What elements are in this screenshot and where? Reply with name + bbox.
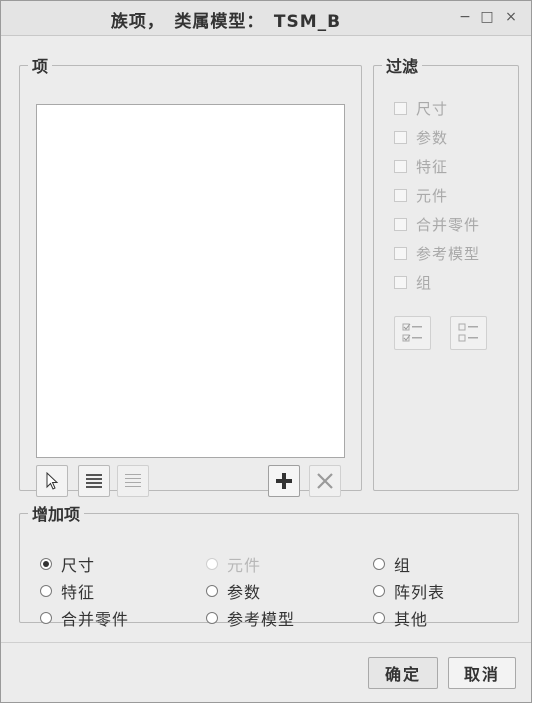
radio-label: 特征: [61, 583, 96, 602]
radio-button[interactable]: [206, 585, 218, 597]
radio-option-parameter[interactable]: 参数: [206, 580, 261, 602]
radio-label: 尺寸: [61, 556, 96, 575]
plus-icon: [276, 473, 292, 489]
list-lines-icon: [86, 474, 102, 488]
checkbox[interactable]: [394, 217, 407, 231]
minimize-icon[interactable]: −: [456, 8, 474, 26]
filter-feature[interactable]: 特征: [394, 155, 448, 177]
check-all-button[interactable]: [394, 316, 431, 350]
add-items-group: 增加项 尺寸 元件 组 特征 参数 阵列表 合并零件 参考模型 其他: [19, 501, 519, 629]
filter-legend: 过滤: [386, 57, 419, 76]
radio-option-component: 元件: [206, 553, 261, 575]
checkbox[interactable]: [394, 275, 407, 289]
uncheck-all-icon: [458, 323, 478, 342]
remove-item-button[interactable]: [309, 465, 341, 497]
filter-label: 参考模型: [416, 244, 481, 263]
radio-button[interactable]: [206, 612, 218, 624]
radio-label: 参数: [227, 583, 262, 602]
filter-group-item[interactable]: 组: [394, 271, 432, 293]
add-item-button[interactable]: [268, 465, 300, 497]
checkbox[interactable]: [394, 101, 407, 115]
radio-button[interactable]: [373, 558, 385, 570]
radio-label: 合并零件: [61, 610, 130, 629]
filter-component[interactable]: 元件: [394, 184, 448, 206]
checkbox[interactable]: [394, 130, 407, 144]
radio-option-group[interactable]: 组: [373, 553, 411, 575]
radio-label: 阵列表: [394, 583, 446, 602]
radio-option-pattern-table[interactable]: 阵列表: [373, 580, 445, 602]
filter-parameter[interactable]: 参数: [394, 126, 448, 148]
close-icon[interactable]: ×: [502, 8, 520, 26]
filter-label: 组: [416, 273, 433, 292]
items-group: 项: [19, 53, 362, 497]
radio-label: 元件: [227, 556, 262, 575]
x-icon: [317, 473, 333, 489]
filter-label: 元件: [416, 186, 449, 205]
filter-label: 特征: [416, 157, 449, 176]
filter-group: 过滤 尺寸 参数 特征 元件 合并零件 参考模型 组: [373, 53, 519, 491]
checkbox[interactable]: [394, 246, 407, 260]
list-lines-light-icon: [125, 474, 141, 487]
ok-button[interactable]: 确定: [368, 657, 438, 689]
filter-label: 尺寸: [416, 99, 449, 118]
items-list[interactable]: [36, 104, 345, 458]
radio-label: 其他: [394, 610, 429, 629]
radio-option-feature[interactable]: 特征: [40, 580, 95, 602]
radio-label: 组: [394, 556, 412, 575]
footer-divider: [1, 642, 531, 643]
radio-option-dimension[interactable]: 尺寸: [40, 553, 95, 575]
cancel-button[interactable]: 取消: [448, 657, 516, 689]
add-items-legend: 增加项: [32, 505, 81, 524]
radio-button: [206, 558, 218, 570]
checkbox[interactable]: [394, 159, 407, 173]
radio-option-merge-part[interactable]: 合并零件: [40, 607, 129, 629]
select-tool-button[interactable]: [36, 465, 68, 497]
radio-button[interactable]: [40, 585, 52, 597]
radio-button[interactable]: [373, 612, 385, 624]
uncheck-all-button[interactable]: [450, 316, 487, 350]
cursor-arrow-icon: [46, 472, 59, 490]
radio-button[interactable]: [373, 585, 385, 597]
family-items-dialog: 族项， 类属模型： TSM_B − □ × 项 过滤 尺寸 参数 特征 元件 合…: [0, 0, 532, 703]
filter-reference-model[interactable]: 参考模型: [394, 242, 480, 264]
check-all-icon: [402, 323, 422, 342]
radio-button[interactable]: [40, 558, 52, 570]
filter-merge-part[interactable]: 合并零件: [394, 213, 480, 235]
items-legend: 项: [32, 57, 49, 76]
title-bar[interactable]: 族项， 类属模型： TSM_B − □ ×: [1, 1, 531, 36]
radio-option-other[interactable]: 其他: [373, 607, 428, 629]
list-empty-button[interactable]: [117, 465, 149, 497]
radio-button[interactable]: [40, 612, 52, 624]
radio-label: 参考模型: [227, 610, 296, 629]
maximize-icon[interactable]: □: [478, 8, 496, 26]
filter-dimension[interactable]: 尺寸: [394, 97, 448, 119]
radio-option-reference-model[interactable]: 参考模型: [206, 607, 295, 629]
checkbox[interactable]: [394, 188, 407, 202]
list-full-button[interactable]: [78, 465, 110, 497]
filter-label: 合并零件: [416, 215, 481, 234]
window-title: 族项， 类属模型： TSM_B: [110, 12, 342, 32]
filter-label: 参数: [416, 128, 449, 147]
